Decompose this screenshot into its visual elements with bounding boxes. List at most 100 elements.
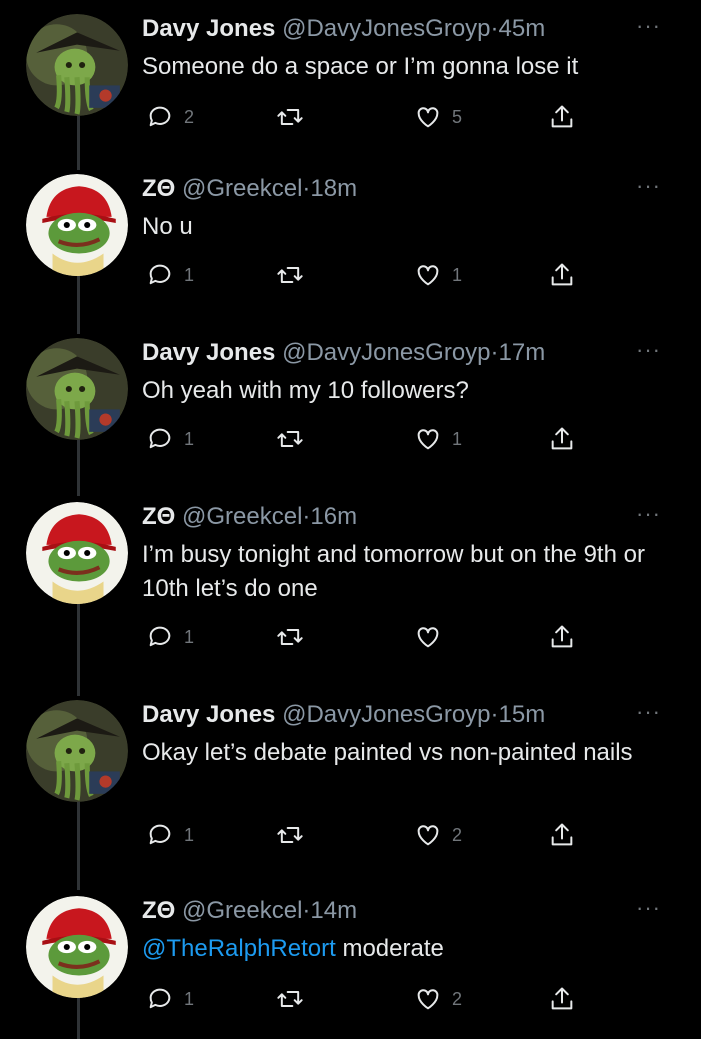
tweet-actions: 1 1 bbox=[142, 422, 592, 456]
separator-dot: · bbox=[490, 701, 499, 728]
retweet-button[interactable] bbox=[276, 982, 314, 1016]
avatar-davy-jones[interactable] bbox=[26, 14, 128, 116]
retweet-icon bbox=[277, 991, 303, 1007]
timestamp[interactable]: 16m bbox=[310, 503, 357, 530]
davy-jones-avatar-image bbox=[26, 700, 128, 802]
reply-count: 1 bbox=[184, 988, 195, 1009]
tweet[interactable]: Davy Jones @DavyJonesGroyp·15m ··· Okay … bbox=[0, 700, 701, 890]
reply-count: 1 bbox=[184, 264, 195, 285]
davy-jones-avatar-image bbox=[26, 338, 128, 440]
author-name[interactable]: Davy Jones bbox=[142, 339, 275, 366]
reply-icon bbox=[149, 824, 171, 845]
timestamp[interactable]: 14m bbox=[310, 897, 357, 924]
tweet-body: Someone do a space or I’m gonna lose it bbox=[142, 53, 579, 80]
zo-avatar-image bbox=[26, 174, 128, 276]
retweet-icon bbox=[277, 827, 303, 843]
tweet-text: @TheRalphRetort moderate bbox=[142, 932, 672, 966]
retweet-icon bbox=[277, 267, 303, 283]
avatar-davy-jones[interactable] bbox=[26, 700, 128, 802]
reply-icon bbox=[149, 988, 171, 1009]
timestamp[interactable]: 18m bbox=[310, 175, 357, 202]
more-icon[interactable]: ··· bbox=[636, 701, 661, 723]
tweet-header: Davy Jones @DavyJonesGroyp·15m bbox=[142, 700, 545, 730]
reply-button[interactable]: 1 bbox=[146, 620, 194, 654]
mention-link[interactable]: @TheRalphRetort bbox=[142, 935, 336, 962]
share-button[interactable] bbox=[548, 982, 576, 1016]
zo-avatar-image bbox=[26, 502, 128, 604]
retweet-button[interactable] bbox=[276, 422, 314, 456]
like-button[interactable]: 5 bbox=[414, 100, 462, 134]
avatar-zo[interactable] bbox=[26, 502, 128, 604]
retweet-button[interactable] bbox=[276, 818, 314, 852]
tweet[interactable]: ZΘ @Greekcel·14m ··· @TheRalphRetort mod… bbox=[0, 896, 701, 1039]
heart-icon bbox=[417, 627, 439, 648]
author-name[interactable]: Davy Jones bbox=[142, 701, 275, 728]
heart-icon bbox=[417, 989, 439, 1010]
like-button[interactable]: 1 bbox=[414, 422, 462, 456]
reply-button[interactable]: 1 bbox=[146, 818, 194, 852]
like-button[interactable] bbox=[414, 620, 452, 654]
heart-icon bbox=[417, 825, 439, 846]
avatar-davy-jones[interactable] bbox=[26, 338, 128, 440]
tweet[interactable]: Davy Jones @DavyJonesGroyp·45m ··· Someo… bbox=[0, 14, 701, 164]
reply-button[interactable]: 1 bbox=[146, 422, 194, 456]
retweet-button[interactable] bbox=[276, 258, 314, 292]
tweet-actions: 1 bbox=[142, 620, 592, 654]
like-count: 1 bbox=[452, 264, 463, 285]
more-icon[interactable]: ··· bbox=[636, 897, 661, 919]
retweet-button[interactable] bbox=[276, 100, 314, 134]
timestamp[interactable]: 45m bbox=[499, 15, 546, 42]
retweet-icon bbox=[277, 109, 303, 125]
reply-button[interactable]: 1 bbox=[146, 982, 194, 1016]
zo-avatar-image bbox=[26, 896, 128, 998]
author-handle[interactable]: @DavyJonesGroyp bbox=[282, 339, 490, 366]
reply-button[interactable]: 1 bbox=[146, 258, 194, 292]
davy-jones-avatar-image bbox=[26, 14, 128, 116]
tweet-text: No u bbox=[142, 210, 672, 244]
tweet-header: ZΘ @Greekcel·18m bbox=[142, 174, 357, 204]
timestamp[interactable]: 17m bbox=[499, 339, 546, 366]
conversation-thread: Davy Jones @DavyJonesGroyp·45m ··· Someo… bbox=[0, 0, 701, 1039]
reply-icon bbox=[149, 626, 171, 647]
tweet-body: moderate bbox=[335, 935, 444, 962]
tweet-body: Oh yeah with my 10 followers? bbox=[142, 377, 469, 404]
timestamp[interactable]: 15m bbox=[499, 701, 546, 728]
tweet[interactable]: ZΘ @Greekcel·18m ··· No u 1 1 bbox=[0, 174, 701, 324]
tweet-header: Davy Jones @DavyJonesGroyp·45m bbox=[142, 14, 545, 44]
tweet-actions: 2 5 bbox=[142, 100, 592, 134]
share-button[interactable] bbox=[548, 258, 576, 292]
more-icon[interactable]: ··· bbox=[636, 15, 661, 37]
tweet-body: Okay let’s debate painted vs non-painted… bbox=[142, 739, 633, 766]
like-button[interactable]: 2 bbox=[414, 982, 462, 1016]
author-name[interactable]: ZΘ bbox=[142, 175, 175, 202]
reply-button[interactable]: 2 bbox=[146, 100, 194, 134]
tweet-body: No u bbox=[142, 213, 193, 240]
retweet-button[interactable] bbox=[276, 620, 314, 654]
like-button[interactable]: 2 bbox=[414, 818, 462, 852]
share-button[interactable] bbox=[548, 818, 576, 852]
more-icon[interactable]: ··· bbox=[636, 175, 661, 197]
author-handle[interactable]: @Greekcel bbox=[182, 175, 302, 202]
share-button[interactable] bbox=[548, 100, 576, 134]
author-handle[interactable]: @DavyJonesGroyp bbox=[282, 15, 490, 42]
more-icon[interactable]: ··· bbox=[636, 503, 661, 525]
share-button[interactable] bbox=[548, 422, 576, 456]
author-name[interactable]: Davy Jones bbox=[142, 15, 275, 42]
avatar-zo[interactable] bbox=[26, 896, 128, 998]
share-icon bbox=[551, 263, 573, 286]
tweet[interactable]: ZΘ @Greekcel·16m ··· I’m busy tonight an… bbox=[0, 502, 701, 692]
like-count: 1 bbox=[452, 428, 463, 449]
tweet-actions: 1 2 bbox=[142, 982, 592, 1016]
share-button[interactable] bbox=[548, 620, 576, 654]
more-icon[interactable]: ··· bbox=[636, 339, 661, 361]
like-button[interactable]: 1 bbox=[414, 258, 462, 292]
tweet[interactable]: Davy Jones @DavyJonesGroyp·17m ··· Oh ye… bbox=[0, 338, 701, 488]
author-name[interactable]: ZΘ bbox=[142, 897, 175, 924]
heart-icon bbox=[417, 265, 439, 286]
avatar-zo[interactable] bbox=[26, 174, 128, 276]
author-name[interactable]: ZΘ bbox=[142, 503, 175, 530]
tweet-actions: 1 1 bbox=[142, 258, 592, 292]
author-handle[interactable]: @Greekcel bbox=[182, 503, 302, 530]
author-handle[interactable]: @Greekcel bbox=[182, 897, 302, 924]
author-handle[interactable]: @DavyJonesGroyp bbox=[282, 701, 490, 728]
